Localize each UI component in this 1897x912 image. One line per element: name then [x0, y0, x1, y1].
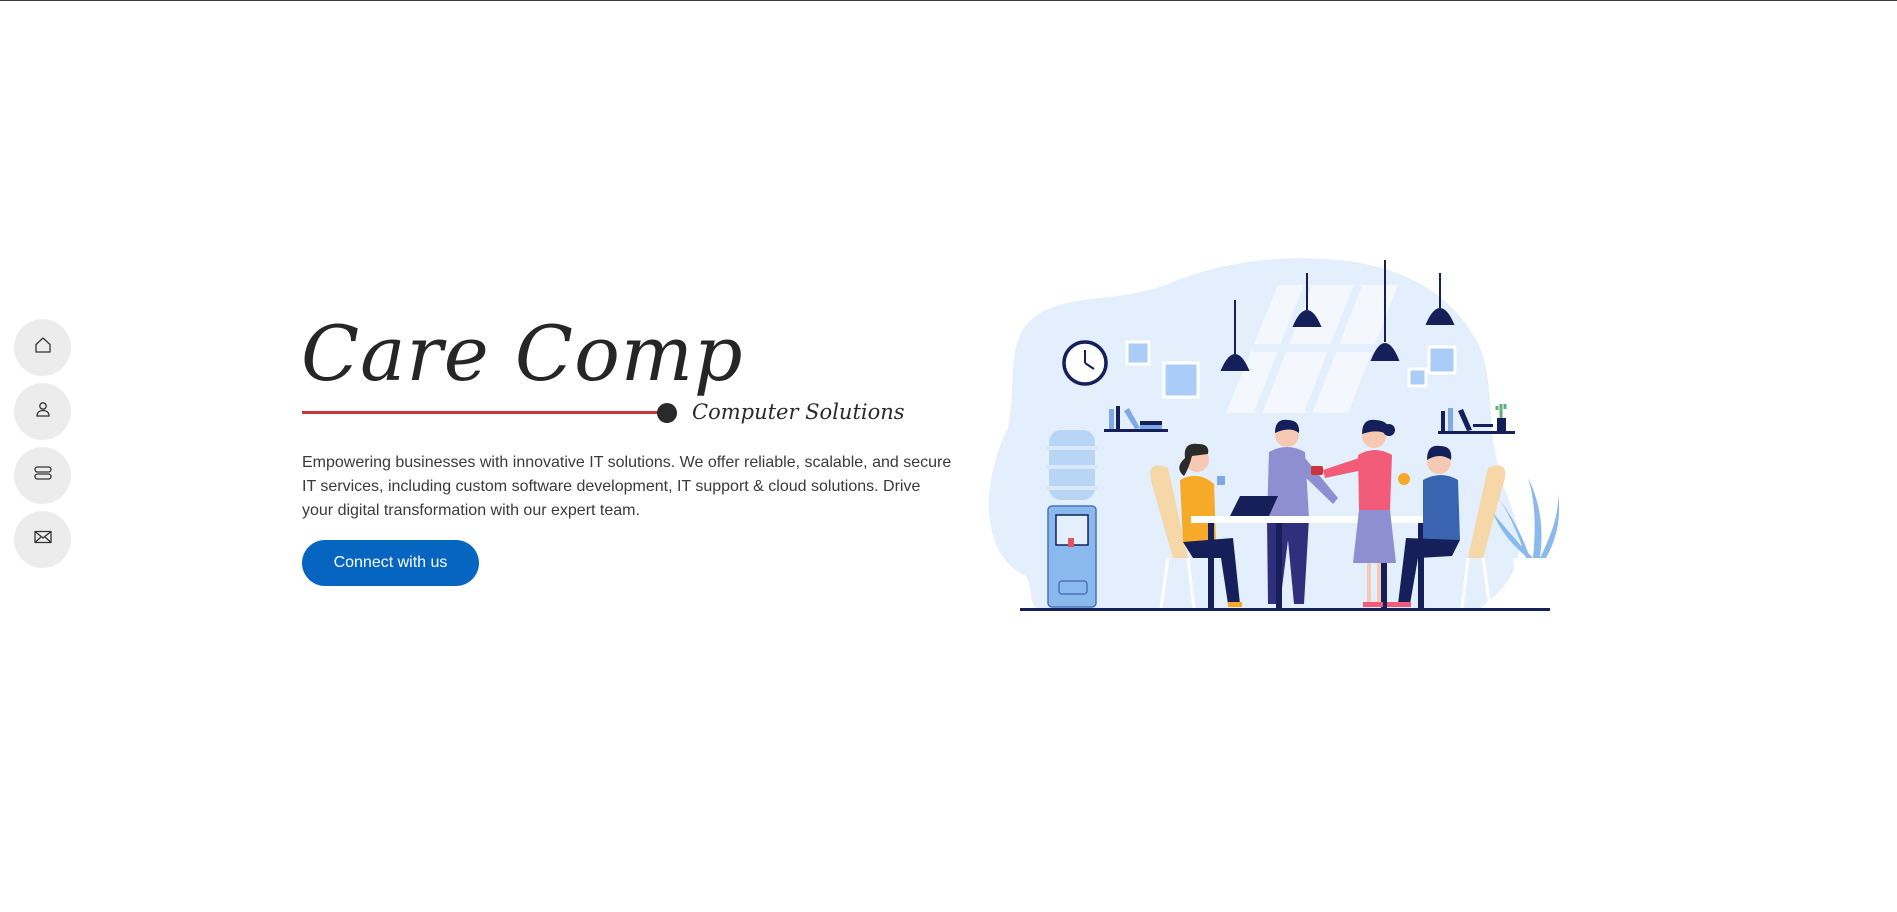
top-border [0, 0, 1897, 1]
home-icon [33, 335, 53, 360]
title-underline [302, 411, 662, 414]
team-meeting-illustration [988, 258, 1560, 611]
server-icon [33, 463, 53, 488]
nav-about-button[interactable] [14, 383, 71, 440]
mail-icon [33, 527, 53, 552]
title-dot [657, 403, 677, 423]
hero-subtitle: Computer Solutions [692, 400, 905, 424]
hero-title: Care Comp [301, 309, 744, 398]
connect-button[interactable]: Connect with us [302, 540, 479, 586]
nav-services-button[interactable] [14, 447, 71, 504]
wall-clock-icon [1062, 340, 1108, 386]
user-icon [33, 399, 53, 424]
water-cooler-icon [1046, 430, 1098, 608]
nav-contact-button[interactable] [14, 511, 71, 568]
floor-line [1020, 608, 1550, 611]
side-nav [14, 319, 71, 568]
nav-home-button[interactable] [14, 319, 71, 376]
hero-description: Empowering businesses with innovative IT… [302, 454, 952, 519]
